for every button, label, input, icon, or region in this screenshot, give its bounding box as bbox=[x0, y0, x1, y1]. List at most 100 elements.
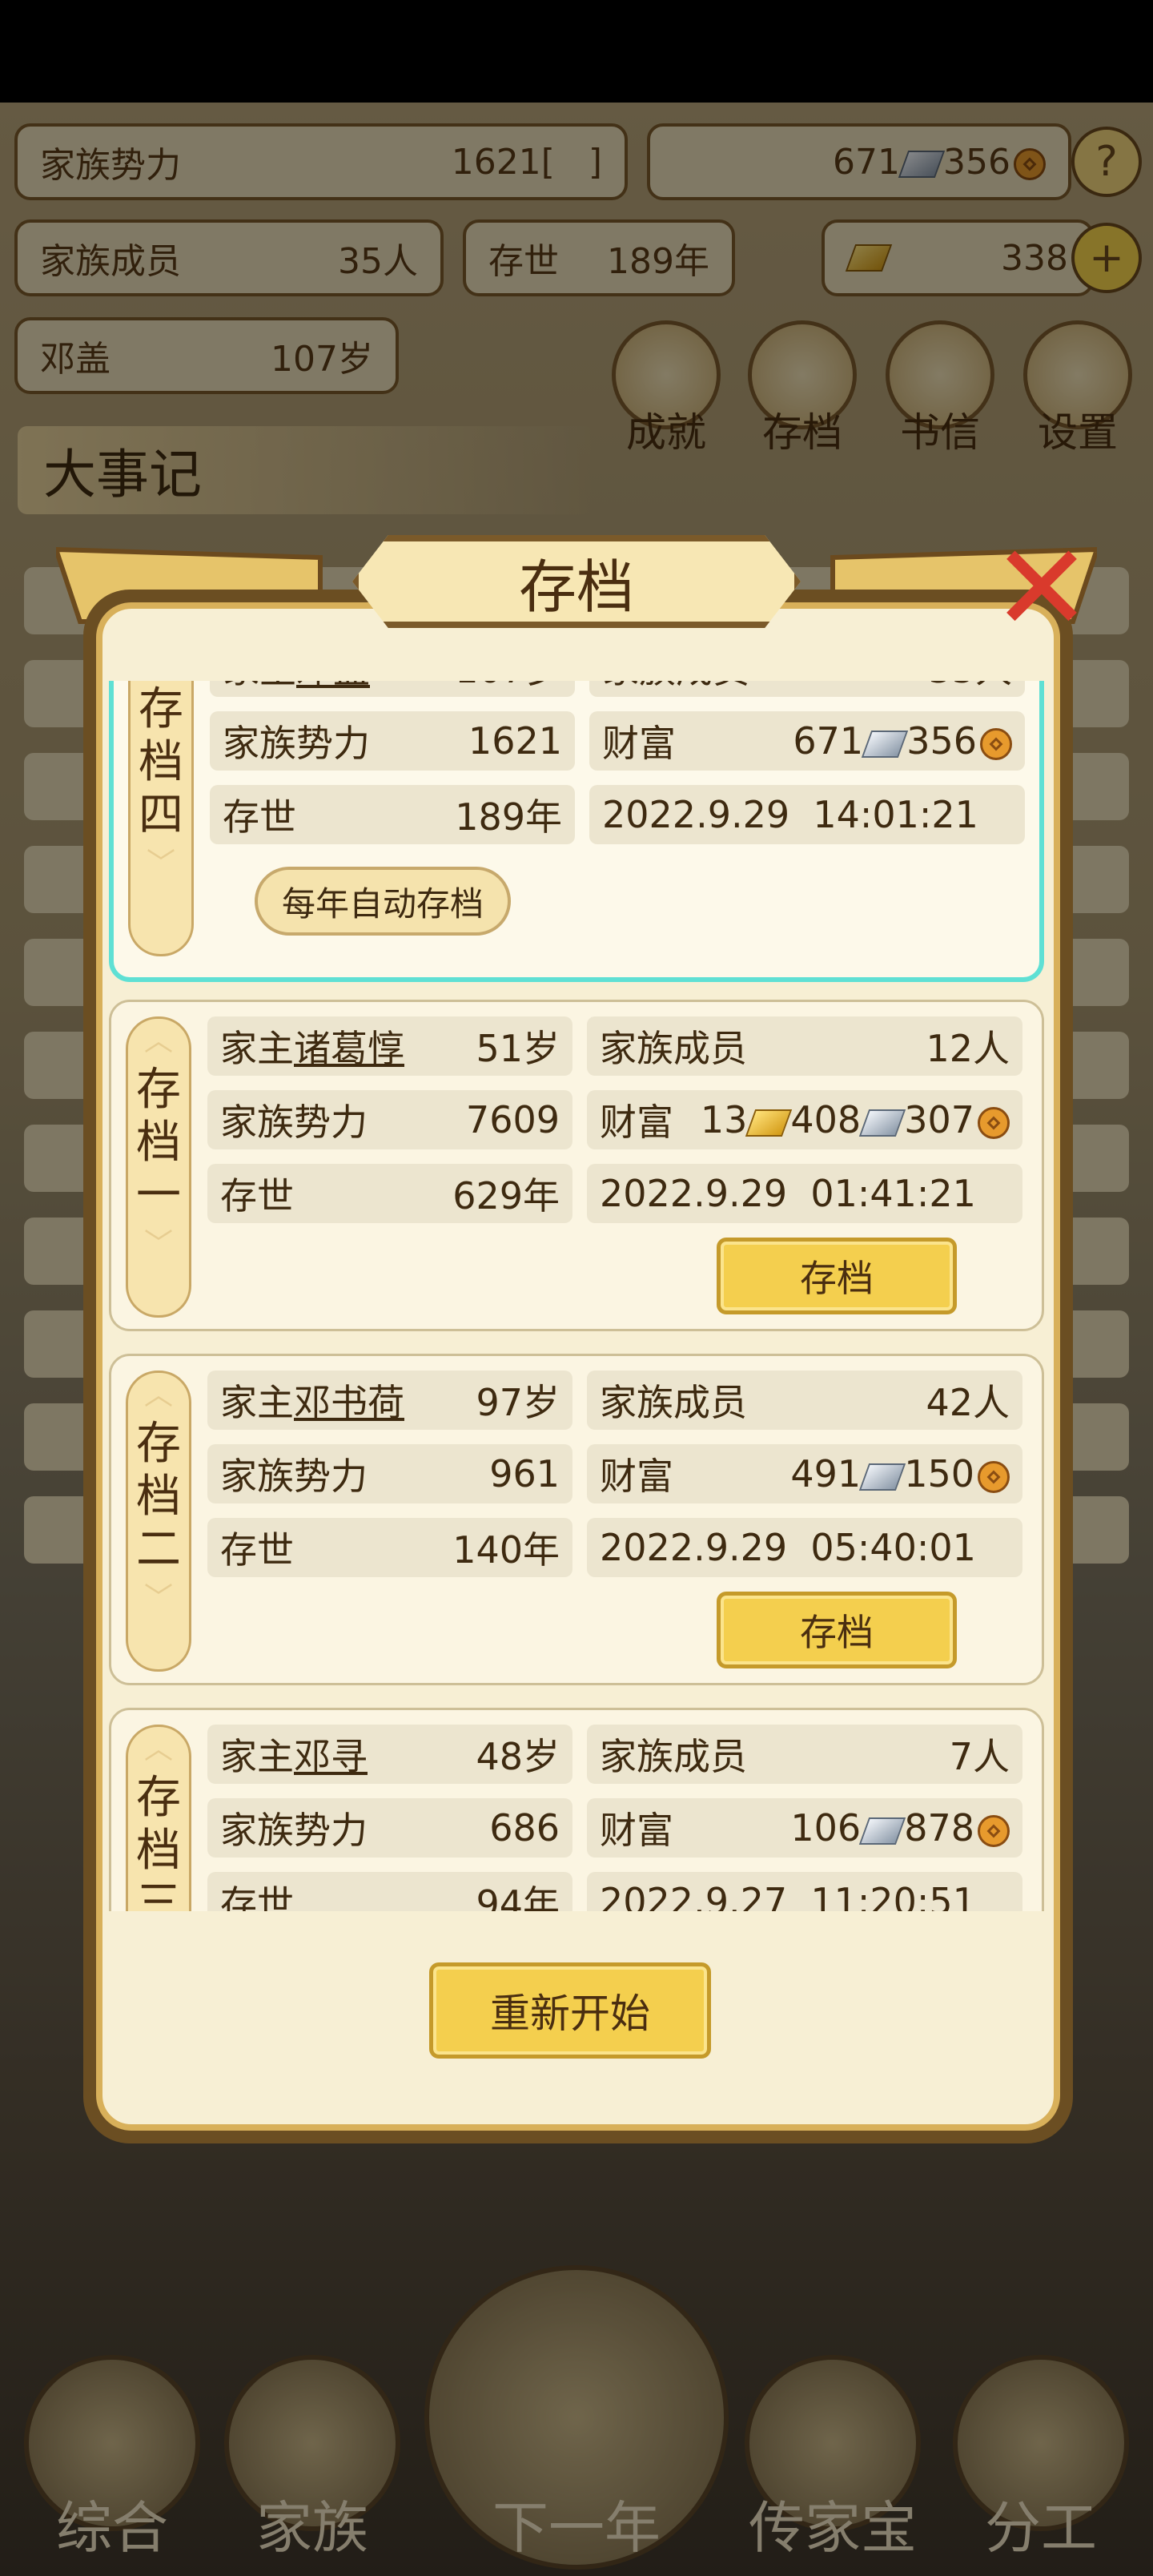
survive-value: 629年 bbox=[452, 1174, 560, 1218]
save-slot-card-4[interactable]: ︿ 存 档 四 ﹀ 家主邓盖 107岁 家族成员 35人 家族势力 1621 财… bbox=[109, 681, 1044, 982]
save-slot-list[interactable]: ︿ 存 档 四 ﹀ 家主邓盖 107岁 家族成员 35人 家族势力 1621 财… bbox=[109, 681, 1044, 1911]
head-age: 51岁 bbox=[476, 1027, 560, 1070]
power-value: 1621 bbox=[468, 719, 562, 763]
close-button[interactable]: ✕ bbox=[982, 529, 1102, 649]
save-slot-card-2[interactable]: ︿ 存 档 二 ﹀ 家主 邓书荷 97岁 家族成员 42人 家族势力 961 财富… bbox=[109, 1354, 1044, 1685]
members-value: 12人 bbox=[926, 1027, 1010, 1070]
slot-name-char: 三 bbox=[136, 1878, 181, 1911]
head-cell: 家主 邓书荷 97岁 bbox=[207, 1371, 572, 1430]
members-label: 家族成员 bbox=[600, 1381, 747, 1424]
survive-value: 94年 bbox=[476, 1882, 560, 1911]
survive-cell: 存世 94年 bbox=[207, 1872, 572, 1911]
slot-name-char: 存 bbox=[136, 1418, 181, 1470]
head-cell: 家主邓盖 107岁 bbox=[210, 681, 575, 697]
save-timestamp: 2022.9.27 11:20:51 bbox=[600, 1880, 976, 1911]
survive-value: 189年 bbox=[455, 795, 562, 839]
members-value: 42人 bbox=[926, 1381, 1010, 1424]
power-label: 家族势力 bbox=[220, 1455, 368, 1498]
status-bar bbox=[0, 0, 1153, 103]
power-value: 961 bbox=[489, 1452, 560, 1495]
head-prefix: 家主 bbox=[220, 1735, 294, 1778]
members-value: 7人 bbox=[949, 1735, 1010, 1778]
slot-name-char: 二 bbox=[136, 1523, 181, 1576]
head-age: 107岁 bbox=[455, 681, 562, 694]
restart-button[interactable]: 重新开始 bbox=[429, 1962, 711, 2059]
head-name-link[interactable]: 邓寻 bbox=[294, 1728, 368, 1781]
slot-name-char: 档 bbox=[136, 1825, 181, 1878]
slot-tab: ︿ 存 档 三 ﹀ bbox=[126, 1725, 191, 1911]
dialog-title: 存档 bbox=[352, 535, 801, 628]
survive-cell: 存世 629年 bbox=[207, 1164, 572, 1223]
wealth-label: 财富 bbox=[600, 1809, 673, 1852]
head-prefix: 家主 bbox=[220, 1027, 294, 1070]
power-label: 家族势力 bbox=[220, 1809, 368, 1852]
head-age: 97岁 bbox=[476, 1381, 560, 1424]
coin-icon bbox=[980, 727, 1012, 760]
slot-tab: ︿ 存 档 四 ﹀ bbox=[128, 681, 194, 956]
head-name-link[interactable]: 邓盖 bbox=[296, 681, 370, 694]
wealth-value: 106 878 bbox=[790, 1806, 1010, 1849]
chevron-down-icon: ﹀ bbox=[146, 847, 175, 881]
chevron-down-icon: ﹀ bbox=[143, 1228, 173, 1262]
survive-label: 存世 bbox=[220, 1882, 294, 1911]
head-name-link[interactable]: 邓书荷 bbox=[294, 1374, 404, 1427]
silver-icon bbox=[862, 730, 909, 758]
members-label: 家族成员 bbox=[602, 681, 749, 694]
wealth-cell: 财富 13 408 307 bbox=[587, 1090, 1022, 1149]
coin-icon bbox=[978, 1814, 1010, 1847]
slot-name-char: 存 bbox=[136, 1772, 181, 1824]
save-button[interactable]: 存档 bbox=[717, 1592, 957, 1668]
slot-tab: ︿ 存 档 一 ﹀ bbox=[126, 1016, 191, 1318]
head-cell: 家主 诸葛惇 51岁 bbox=[207, 1016, 572, 1076]
wealth-label: 财富 bbox=[602, 722, 676, 765]
members-cell: 家族成员 7人 bbox=[587, 1725, 1022, 1784]
power-label: 家族势力 bbox=[220, 1101, 368, 1144]
coin-icon bbox=[978, 1460, 1010, 1493]
slot-name-char: 档 bbox=[136, 1471, 181, 1523]
save-timestamp: 2022.9.29 14:01:21 bbox=[602, 793, 978, 836]
timestamp-cell: 2022.9.27 11:20:51 bbox=[587, 1872, 1022, 1911]
chevron-down-icon: ﹀ bbox=[143, 1582, 173, 1616]
head-prefix: 家主 bbox=[223, 681, 296, 694]
wealth-label: 财富 bbox=[600, 1455, 673, 1498]
timestamp-cell: 2022.9.29 01:41:21 bbox=[587, 1164, 1022, 1223]
slot-name-char: 档 bbox=[136, 1117, 181, 1169]
wealth-cell: 财富 671 356 bbox=[589, 711, 1025, 771]
head-name-link[interactable]: 诸葛惇 bbox=[294, 1020, 404, 1073]
survive-label: 存世 bbox=[223, 795, 296, 839]
wealth-value: 13 408 307 bbox=[701, 1098, 1010, 1141]
save-slot-card-1[interactable]: ︿ 存 档 一 ﹀ 家主 诸葛惇 51岁 家族成员 12人 家族势力 7609 财… bbox=[109, 1000, 1044, 1331]
power-cell: 家族势力 7609 bbox=[207, 1090, 572, 1149]
power-value: 686 bbox=[489, 1806, 560, 1849]
silver-icon bbox=[859, 1463, 906, 1491]
survive-label: 存世 bbox=[220, 1528, 294, 1572]
survive-value: 140年 bbox=[452, 1528, 560, 1572]
timestamp-cell: 2022.9.29 14:01:21 bbox=[589, 785, 1025, 844]
coin-icon bbox=[978, 1106, 1010, 1139]
slot-name-char: 档 bbox=[139, 736, 183, 789]
members-cell: 家族成员 12人 bbox=[587, 1016, 1022, 1076]
members-label: 家族成员 bbox=[600, 1735, 747, 1778]
survive-label: 存世 bbox=[220, 1174, 294, 1218]
save-timestamp: 2022.9.29 05:40:01 bbox=[600, 1526, 976, 1569]
save-button[interactable]: 存档 bbox=[717, 1238, 957, 1314]
chevron-up-icon: ︿ bbox=[143, 1024, 173, 1057]
members-value: 35人 bbox=[928, 681, 1012, 694]
power-label: 家族势力 bbox=[223, 722, 370, 765]
power-cell: 家族势力 961 bbox=[207, 1444, 572, 1503]
wealth-label: 财富 bbox=[600, 1101, 673, 1144]
slot-name-char: 一 bbox=[136, 1169, 181, 1222]
slot-tab: ︿ 存 档 二 ﹀ bbox=[126, 1371, 191, 1672]
power-value: 7609 bbox=[465, 1098, 560, 1141]
chevron-up-icon: ︿ bbox=[143, 1379, 173, 1411]
silver-icon bbox=[859, 1109, 906, 1137]
wealth-value: 671 356 bbox=[793, 719, 1012, 763]
members-label: 家族成员 bbox=[600, 1027, 747, 1070]
head-age: 48岁 bbox=[476, 1735, 560, 1778]
members-cell: 家族成员 35人 bbox=[589, 681, 1025, 697]
survive-cell: 存世 140年 bbox=[207, 1518, 572, 1577]
slot-name-char: 四 bbox=[139, 789, 183, 842]
save-slot-card-3[interactable]: ︿ 存 档 三 ﹀ 家主邓寻 48岁 家族成员 7人 家族势力 686 财富 1… bbox=[109, 1708, 1044, 1911]
power-cell: 家族势力 1621 bbox=[210, 711, 575, 771]
gold-icon bbox=[745, 1109, 793, 1137]
